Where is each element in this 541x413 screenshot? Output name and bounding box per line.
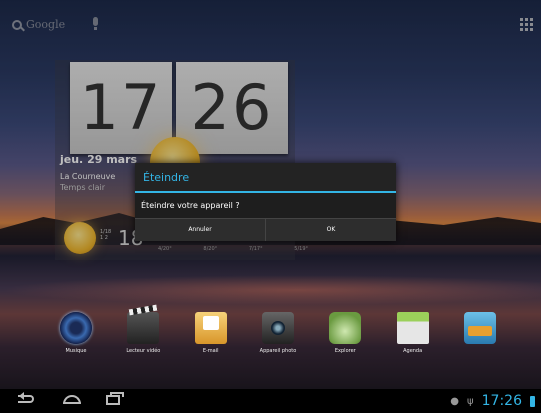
recent-apps-button[interactable] (106, 392, 124, 405)
music-icon (60, 312, 92, 344)
app-label: E-mail (202, 348, 219, 354)
status-area[interactable]: ● ψ 17:26 (450, 393, 535, 409)
app-agenda[interactable]: Agenda (385, 312, 441, 354)
email-icon (194, 312, 227, 344)
app-video-player[interactable]: Lecteur vidéo (115, 312, 171, 354)
app-explorer[interactable]: Explorer (317, 312, 373, 354)
app-market[interactable] (452, 312, 508, 354)
back-button[interactable] (18, 392, 34, 403)
back-icon (18, 392, 34, 403)
camera-icon (261, 312, 294, 344)
system-bar: ● ψ 17:26 (0, 389, 541, 413)
app-label: Musique (65, 348, 87, 354)
dialog-buttons: Annuler OK (135, 219, 396, 241)
home-button[interactable] (63, 395, 81, 404)
app-music[interactable]: Musique (48, 312, 104, 354)
recent-apps-icon (106, 392, 124, 405)
app-label: Explorer (334, 348, 356, 354)
app-label: Lecteur vidéo (126, 348, 161, 354)
app-dock: Musique Lecteur vidéo E-mail Appareil ph… (48, 312, 508, 354)
ok-button[interactable]: OK (265, 219, 396, 241)
app-email[interactable]: E-mail (183, 312, 239, 354)
dialog-message: Éteindre votre appareil ? (135, 193, 396, 219)
dialog-title: Éteindre (135, 163, 396, 193)
battery-icon (530, 395, 535, 407)
status-time: 17:26 (481, 393, 522, 409)
app-label: Appareil photo (259, 348, 297, 354)
explorer-icon (329, 312, 362, 344)
market-icon (463, 312, 496, 344)
app-camera[interactable]: Appareil photo (250, 312, 306, 354)
power-off-dialog: Éteindre Éteindre votre appareil ? Annul… (135, 163, 396, 241)
cancel-button[interactable]: Annuler (135, 219, 265, 241)
usb-icon: ψ (467, 395, 474, 407)
android-notification-icon: ● (450, 395, 460, 407)
home-icon (63, 395, 81, 404)
calendar-icon (396, 312, 429, 344)
video-player-icon (127, 312, 160, 344)
app-label: Agenda (403, 348, 423, 354)
